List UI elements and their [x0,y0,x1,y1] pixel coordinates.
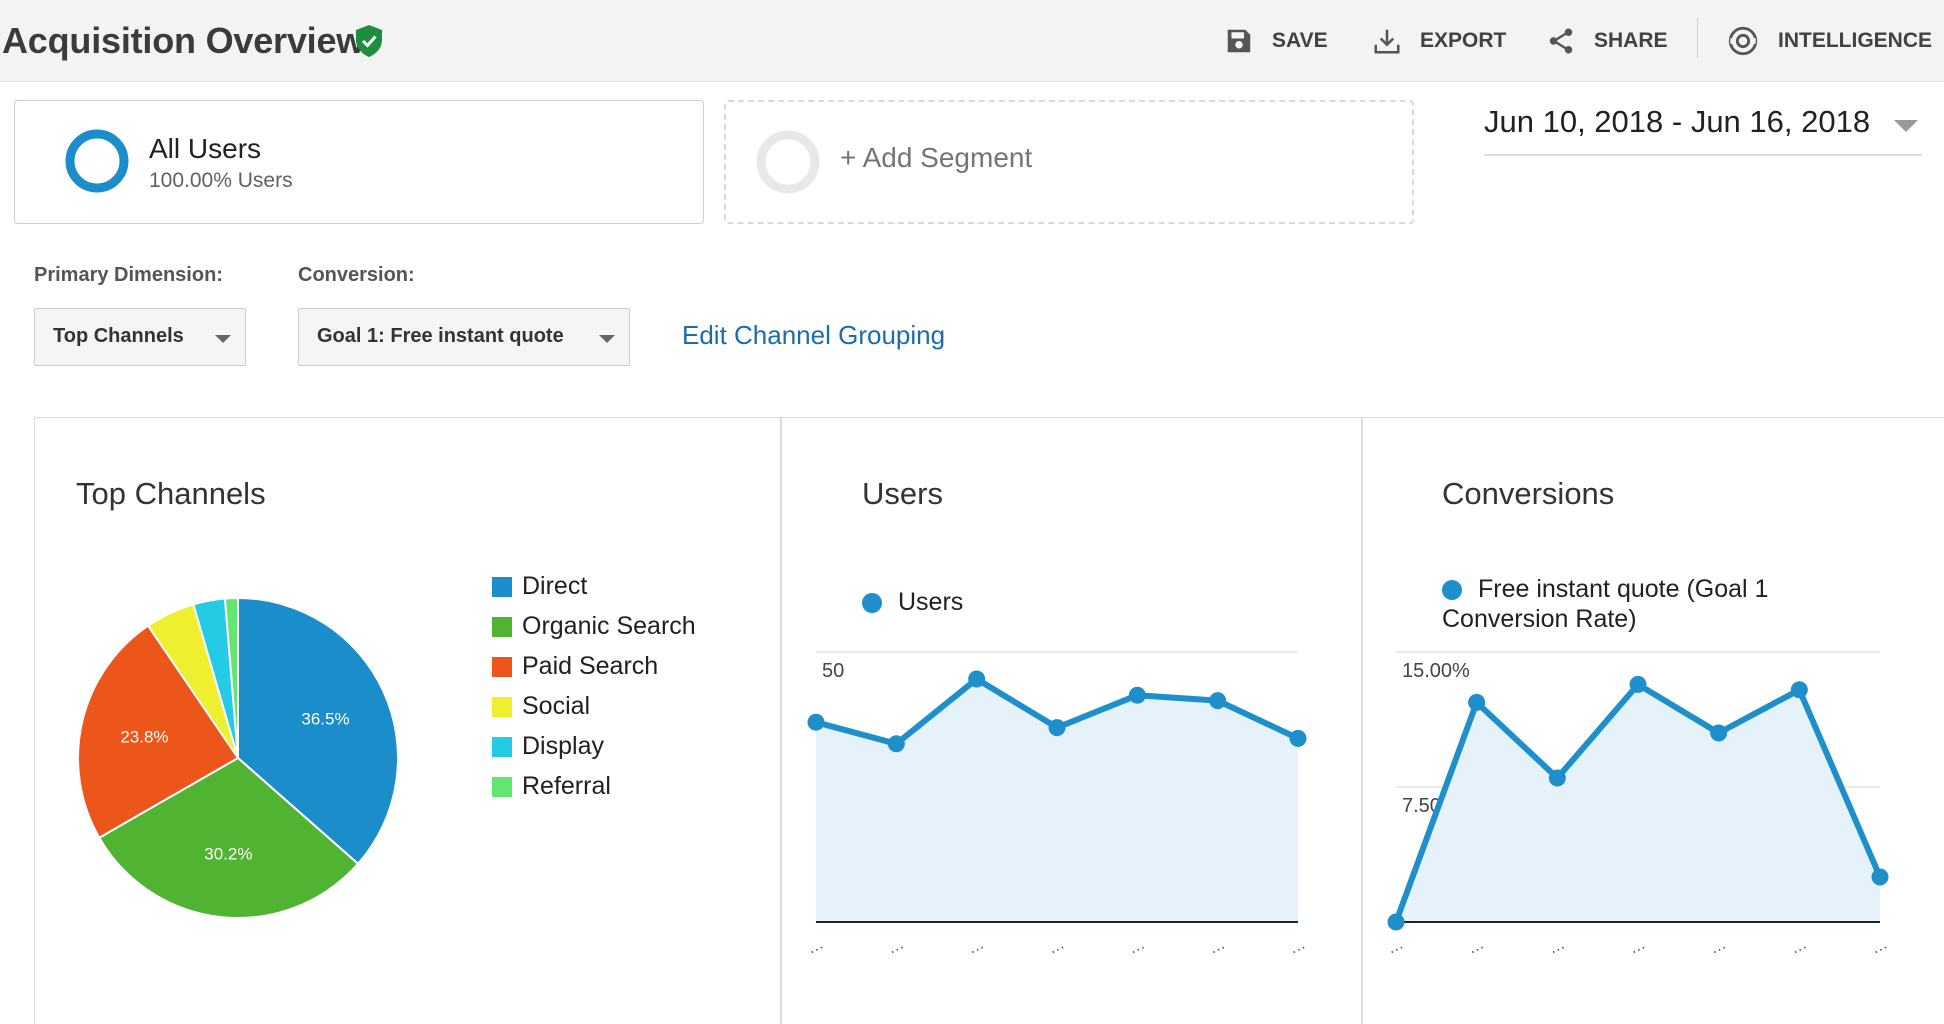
data-point[interactable] [1387,913,1405,931]
conversions-line-chart[interactable]: … … … … … … … [0,0,1944,1024]
x-tick-label: … [1788,935,1810,957]
x-tick-label: … [1869,935,1891,957]
data-point[interactable] [1710,724,1728,742]
x-tick-label: … [1465,935,1487,957]
data-point[interactable] [1468,693,1486,711]
data-point[interactable] [1790,681,1808,699]
x-tick-label: … [1627,935,1649,957]
data-point[interactable] [1871,868,1889,886]
data-point[interactable] [1548,769,1566,787]
x-tick-label: … [1707,935,1729,957]
x-tick-label: … [1385,935,1407,957]
x-tick-label: … [1546,935,1568,957]
data-point[interactable] [1629,675,1647,693]
